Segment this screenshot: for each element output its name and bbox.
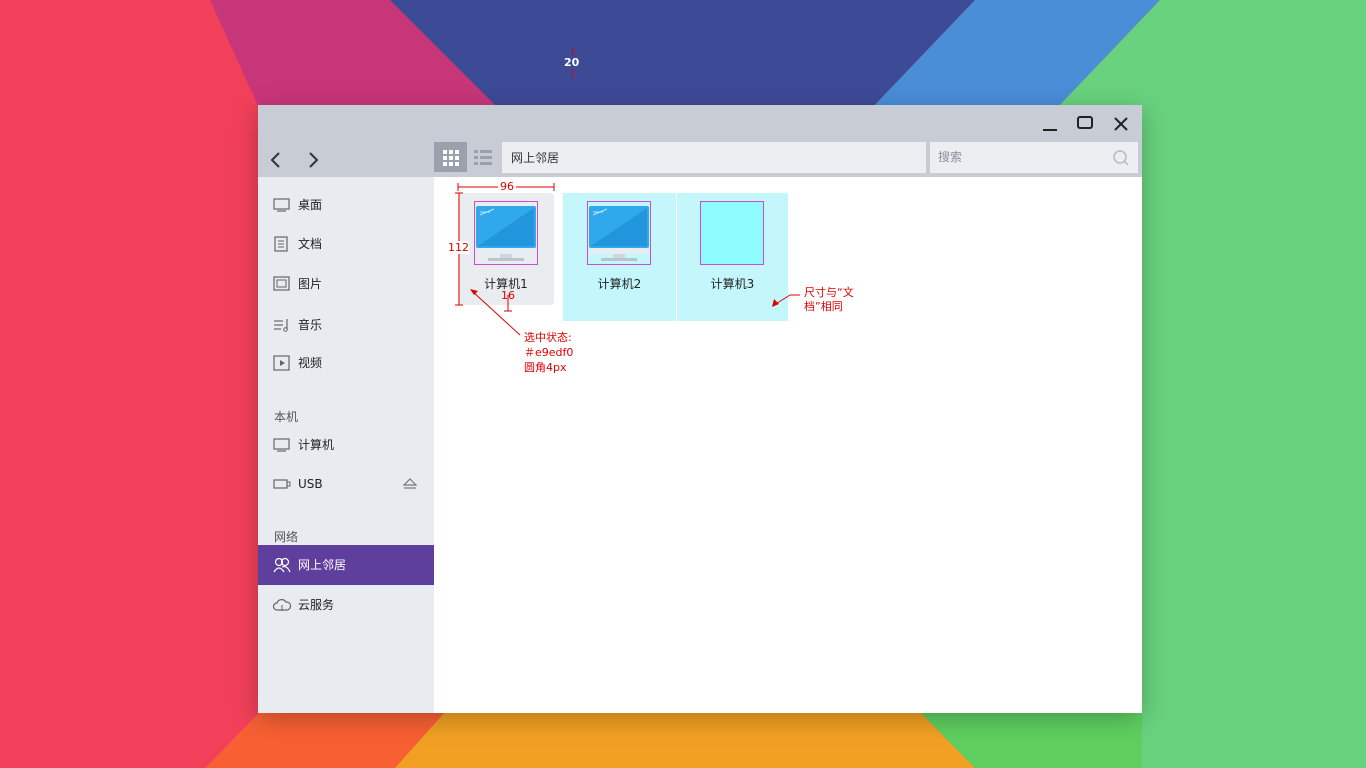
search-icon <box>1113 150 1129 166</box>
search-placeholder: 搜索 <box>938 150 963 164</box>
sidebar: 桌面 文档 图片 音乐 视频 本机 计算机 USB 网络 网上邻居 云服务 <box>258 177 434 713</box>
search-input[interactable]: 搜索 <box>930 142 1138 173</box>
music-icon <box>274 319 288 332</box>
spec-annotation-lines <box>455 183 800 336</box>
sidebar-item-label: 图片 <box>298 277 323 291</box>
sidebar-item-usb[interactable]: USB <box>258 464 434 504</box>
content-area: 计算机1 计算机2 计算机3 96 112 16 选中状态: ＃e9edf0 圆… <box>434 177 1142 713</box>
path-bar[interactable]: 网上邻居 <box>502 142 926 173</box>
width-annotation: 96 <box>498 180 516 193</box>
list-icon <box>474 150 492 165</box>
grid-icon <box>443 150 459 166</box>
sidebar-item-network-neighbors[interactable]: 网上邻居 <box>258 545 434 585</box>
back-button[interactable] <box>266 150 286 170</box>
note-line: 选中状态: <box>524 331 572 344</box>
toolbar: 网上邻居 搜索 <box>258 142 1142 177</box>
sidebar-item-label: 音乐 <box>298 318 323 332</box>
document-icon <box>274 236 288 252</box>
maximize-button[interactable] <box>1075 114 1095 134</box>
cloud-icon <box>273 599 291 611</box>
spacing-annotation: 16 <box>501 289 515 302</box>
sidebar-item-pictures[interactable]: 图片 <box>258 264 434 304</box>
height-annotation: 112 <box>448 241 469 254</box>
chevron-right-icon <box>309 152 319 168</box>
chevron-left-icon <box>270 152 280 168</box>
note-line: 圆角4px <box>524 361 567 374</box>
sidebar-item-documents[interactable]: 文档 <box>258 224 434 264</box>
note-line: 尺寸与“文 <box>804 286 854 299</box>
close-icon <box>1114 117 1128 131</box>
sidebar-item-computer[interactable]: 计算机 <box>258 425 434 465</box>
sidebar-item-label: 视频 <box>298 356 323 370</box>
section-header-network: 网络 <box>274 530 299 544</box>
minimize-icon <box>1043 129 1057 131</box>
sidebar-item-label: 计算机 <box>298 438 335 452</box>
usb-icon <box>273 479 291 489</box>
computer-icon <box>273 438 290 452</box>
title-bar <box>258 105 1142 142</box>
sidebar-item-cloud[interactable]: 云服务 <box>258 585 434 625</box>
sidebar-item-desktop[interactable]: 桌面 <box>258 185 434 225</box>
top-gap-annotation: 20 <box>564 48 582 78</box>
desktop-icon <box>273 198 290 212</box>
list-view-button[interactable] <box>467 142 500 172</box>
size-note: 尺寸与“文 档”相同 <box>804 286 854 314</box>
maximize-icon <box>1077 116 1093 129</box>
note-line: 档”相同 <box>804 300 843 313</box>
sidebar-item-label: USB <box>298 477 323 491</box>
close-button[interactable] <box>1111 114 1131 134</box>
sidebar-item-label: 云服务 <box>298 598 335 612</box>
sidebar-item-label: 网上邻居 <box>298 558 347 572</box>
picture-icon <box>273 276 290 291</box>
sidebar-item-music[interactable]: 音乐 <box>258 305 434 345</box>
minimize-button[interactable] <box>1040 114 1060 134</box>
sidebar-item-videos[interactable]: 视频 <box>258 343 434 383</box>
forward-button[interactable] <box>303 150 323 170</box>
grid-view-button[interactable] <box>434 142 467 172</box>
file-manager-window: 网上邻居 搜索 桌面 文档 图片 音乐 视频 本机 计算机 USB 网络 网上邻… <box>258 105 1142 713</box>
eject-icon[interactable] <box>402 477 418 491</box>
video-icon <box>273 355 290 371</box>
section-header-local: 本机 <box>274 410 299 424</box>
sidebar-item-label: 文档 <box>298 237 323 251</box>
sidebar-item-label: 桌面 <box>298 198 323 212</box>
selected-state-note: 选中状态: ＃e9edf0 圆角4px <box>524 330 573 375</box>
network-neighbors-icon <box>273 557 291 573</box>
path-text: 网上邻居 <box>511 151 560 165</box>
note-line: ＃e9edf0 <box>524 346 574 359</box>
